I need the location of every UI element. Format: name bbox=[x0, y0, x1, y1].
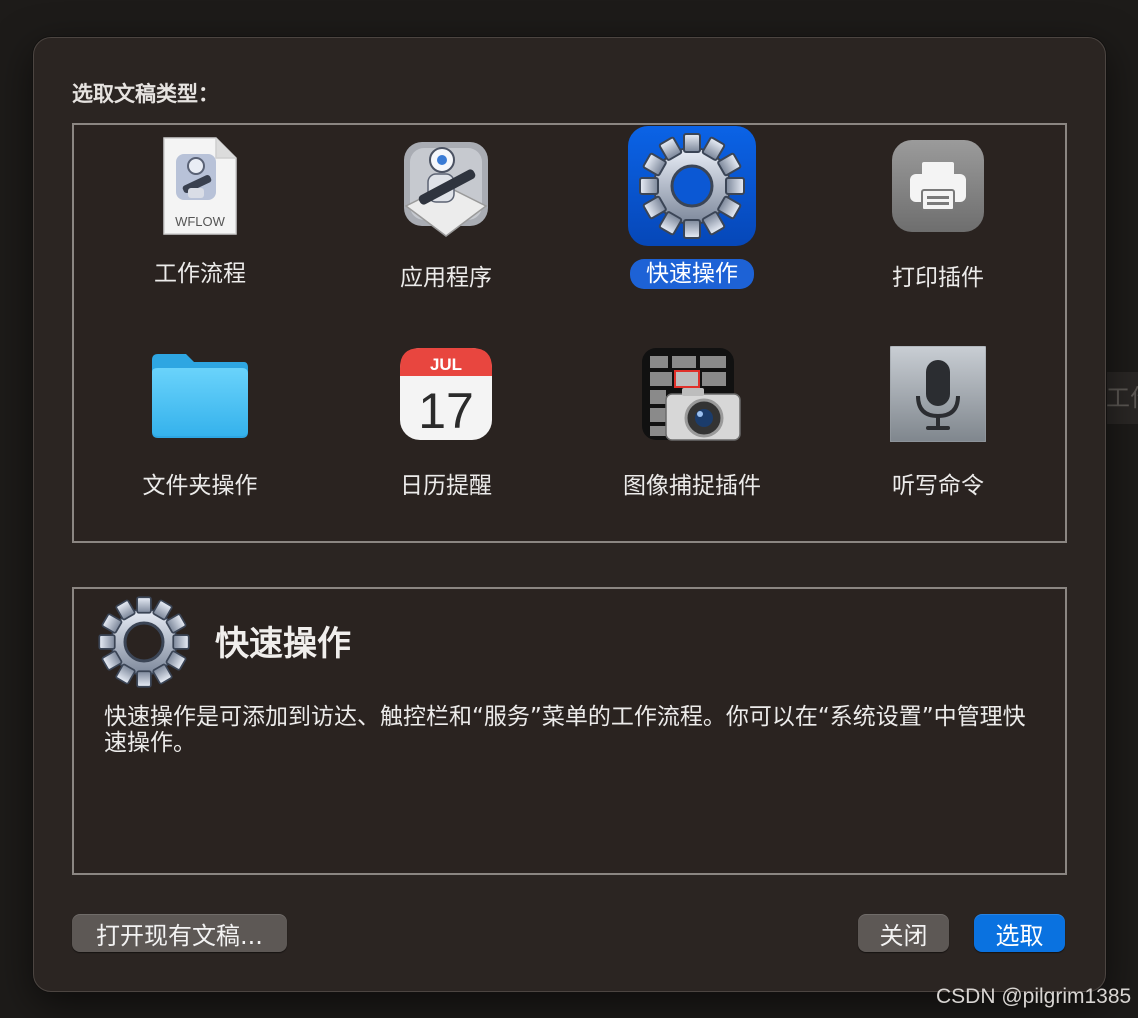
close-button[interactable]: 关闭 bbox=[858, 914, 949, 952]
gear-icon bbox=[98, 596, 190, 688]
calendar-month: JUL bbox=[430, 355, 462, 374]
open-existing-button[interactable]: 打开现有文稿... bbox=[72, 914, 287, 952]
type-tile-workflow[interactable]: WFLOW 工作流程 bbox=[100, 128, 300, 328]
workflow-file-badge: WFLOW bbox=[175, 214, 226, 229]
folder-icon bbox=[152, 354, 248, 438]
background-window-fragment: 工作 bbox=[1106, 372, 1138, 424]
type-label-calendar-alarm: 日历提醒 bbox=[400, 473, 492, 499]
gear-icon bbox=[628, 126, 756, 246]
type-tile-dictation-command[interactable]: 听写命令 bbox=[838, 340, 1038, 540]
type-label-dictation-command: 听写命令 bbox=[892, 473, 984, 499]
type-label-workflow: 工作流程 bbox=[154, 261, 246, 287]
description-title: 快速操作 bbox=[215, 624, 351, 664]
background-window-text: 工作 bbox=[1106, 384, 1138, 412]
image-capture-icon bbox=[642, 348, 741, 441]
automator-robot-icon bbox=[404, 142, 488, 237]
printer-icon bbox=[892, 140, 984, 232]
type-label-application: 应用程序 bbox=[400, 265, 492, 291]
type-tile-calendar-alarm[interactable]: JUL 17 日历提醒 bbox=[346, 340, 546, 540]
type-label-print-plugin: 打印插件 bbox=[892, 265, 984, 291]
calendar-icon: JUL 17 bbox=[400, 348, 492, 440]
microphone-icon bbox=[890, 346, 986, 442]
choose-button[interactable]: 选取 bbox=[974, 914, 1065, 952]
type-label-image-capture: 图像捕捉插件 bbox=[623, 473, 761, 499]
watermark: CSDN @pilgrim1385 bbox=[936, 985, 1132, 1008]
type-label-folder-action: 文件夹操作 bbox=[142, 473, 258, 499]
type-tile-print-plugin[interactable]: 打印插件 bbox=[838, 128, 1038, 328]
type-tile-folder-action[interactable]: 文件夹操作 bbox=[100, 340, 300, 540]
quick-action-selected-label: 快速操作 bbox=[630, 259, 754, 289]
document-type-prompt: 选取文稿类型： bbox=[72, 82, 219, 106]
type-label-quick-action: 快速操作 bbox=[592, 254, 792, 289]
type-tile-image-capture[interactable]: 图像捕捉插件 bbox=[592, 340, 792, 540]
type-tile-quick-action[interactable]: 快速操作 bbox=[592, 124, 792, 324]
description-text: 快速操作是可添加到访达、触控栏和“服务”菜单的工作流程。你可以在“系统设置”中管… bbox=[104, 704, 1026, 756]
calendar-day: 17 bbox=[418, 383, 474, 439]
type-tile-application[interactable]: 应用程序 bbox=[346, 128, 546, 328]
workflow-file-icon: WFLOW bbox=[163, 137, 237, 235]
